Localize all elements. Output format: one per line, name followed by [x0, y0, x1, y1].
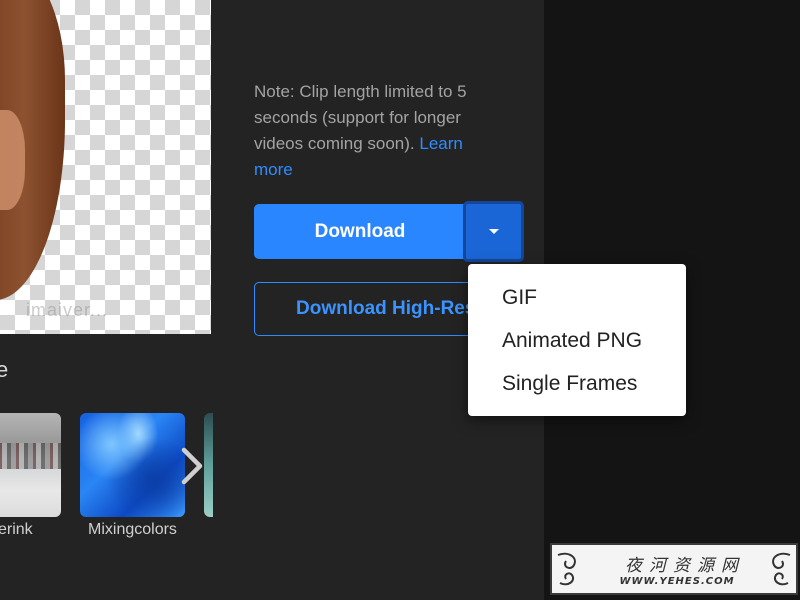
watermark-title: 夜河资源网	[625, 556, 745, 576]
download-button[interactable]: Download	[254, 204, 466, 259]
clip-length-note: Note: Clip length limited to 5 seconds (…	[254, 79, 504, 183]
watermark-url: WWW.YEHES.COM	[619, 576, 735, 587]
download-button-label: Download	[314, 220, 406, 242]
ornament-right-icon	[772, 552, 791, 586]
menu-item-single-frames[interactable]: Single Frames	[468, 362, 686, 405]
menu-item-gif[interactable]: GIF	[468, 276, 686, 319]
ornament-left-icon	[557, 552, 576, 586]
preview-watermark: imaiver...	[26, 300, 109, 320]
menu-item-animated-png[interactable]: Animated PNG	[468, 319, 686, 362]
thumbnail-rink[interactable]	[0, 413, 61, 517]
section-title: e	[0, 357, 9, 382]
thumbnail-label-mixingcolors: Mixingcolors	[88, 521, 177, 538]
thumbnail-mixingcolors[interactable]	[80, 413, 185, 517]
thumbnail-label-rink: erink	[0, 521, 33, 538]
site-watermark: 夜河资源网 WWW.YEHES.COM	[550, 543, 798, 595]
download-format-menu: GIF Animated PNG Single Frames	[468, 264, 686, 416]
chevron-right-icon[interactable]	[176, 446, 208, 486]
download-high-res-label: Download High-Res	[296, 298, 476, 319]
download-format-dropdown-toggle[interactable]	[463, 201, 524, 262]
caret-down-icon	[488, 229, 499, 234]
transparent-preview: imaiver...	[0, 0, 211, 334]
